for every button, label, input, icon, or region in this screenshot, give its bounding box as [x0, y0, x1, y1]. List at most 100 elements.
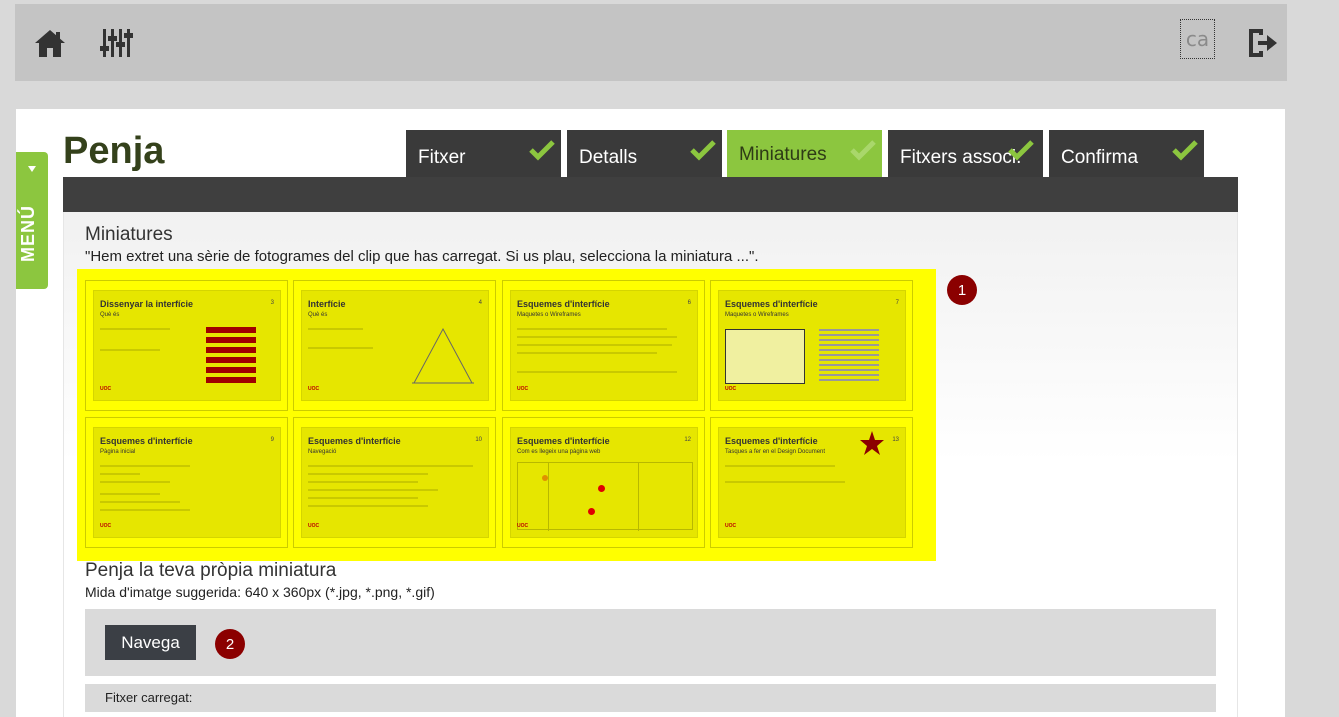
slide-text-line	[100, 465, 190, 467]
slide-preview: Esquemes d'interfície 6 Maquetes o Wiref…	[510, 290, 698, 401]
slide-text-line	[308, 481, 418, 483]
slide-subtitle: Navegació	[308, 449, 337, 455]
loaded-file-label: Fitxer carregat:	[105, 690, 193, 705]
slide-subtitle: Què és	[100, 312, 120, 318]
miniatures-title: Miniatures	[85, 224, 173, 245]
slide-text-line	[308, 497, 418, 499]
check-icon	[529, 140, 555, 161]
step-badge-1: 1	[947, 275, 977, 305]
slide-subtitle: Pàgina inicial	[100, 449, 136, 455]
star-icon	[860, 431, 884, 455]
slide-text-line	[517, 371, 677, 373]
slide-text-line	[100, 509, 190, 511]
slide-text-line	[517, 336, 677, 338]
slide-diagram	[412, 327, 474, 384]
slide-logo: UOC	[100, 386, 112, 392]
slide-subtitle: Com es llegeix una pàgina web	[517, 449, 601, 455]
menu-toggle[interactable]: MENÚ	[16, 152, 48, 289]
slide-subtitle: Maquetes o Wireframes	[725, 312, 789, 318]
slide-preview: Interfície 4 Què és UOC	[301, 290, 489, 401]
slide-text-line	[308, 347, 373, 349]
slide-logo: UOC	[100, 523, 112, 529]
thumbnail[interactable]: Interfície 4 Què és UOC	[293, 280, 496, 411]
slide-text-line	[100, 328, 170, 330]
tab-miniatures[interactable]: Miniatures	[727, 130, 882, 177]
check-icon	[1008, 140, 1034, 161]
thumbnail[interactable]: Esquemes d'interfície 7 Maquetes o Wiref…	[710, 280, 913, 411]
thumbnail[interactable]: Esquemes d'interfície 9 Pàgina inicial U…	[85, 417, 288, 548]
slide-logo: UOC	[308, 523, 320, 529]
slide-diagram	[206, 327, 256, 385]
slide-logo: UOC	[725, 523, 737, 529]
language-selector[interactable]: ca	[1180, 19, 1215, 59]
slide-text-line	[100, 473, 140, 475]
slide-preview: Esquemes d'interfície 9 Pàgina inicial U…	[93, 427, 281, 538]
logout-icon[interactable]	[1245, 26, 1279, 60]
thumbnail[interactable]: Esquemes d'interfície 6 Maquetes o Wiref…	[502, 280, 705, 411]
slide-text-line	[517, 328, 667, 330]
thumbnail[interactable]: Esquemes d'interfície 13 Tasques a fer e…	[710, 417, 913, 548]
check-icon	[1172, 140, 1198, 161]
sliders-icon[interactable]	[99, 26, 133, 60]
slide-wireframe	[819, 329, 879, 384]
slide-subtitle: Maquetes o Wireframes	[517, 312, 581, 318]
own-thumbnail-title: Penja la teva pròpia miniatura	[85, 560, 337, 581]
slide-text-line	[725, 481, 845, 483]
slide-logo: UOC	[517, 523, 529, 529]
slide-text-line	[100, 501, 180, 503]
tab-label: Confirma	[1061, 147, 1139, 168]
slide-number: 10	[475, 437, 482, 443]
tab-label: Fitxer	[418, 147, 466, 168]
slide-text-line	[725, 465, 835, 467]
slide-subtitle: Tasques a fer en el Design Document	[725, 449, 826, 455]
slide-text-line	[308, 505, 428, 507]
thumbnail[interactable]: Esquemes d'interfície 10 Navegació UOC	[293, 417, 496, 548]
home-icon[interactable]	[33, 26, 67, 60]
tab-fitxer[interactable]: Fitxer	[406, 130, 561, 177]
slide-text-line	[100, 493, 160, 495]
slide-number: 12	[684, 437, 691, 443]
own-thumbnail-hint: Mida d'imatge suggerida: 640 x 360px (*.…	[85, 584, 435, 600]
slide-number: 13	[892, 437, 899, 443]
slide-logo: UOC	[517, 386, 529, 392]
slide-title: Esquemes d'interfície	[100, 436, 193, 446]
slide-preview: Dissenyar la interfície 3 Què és UOC	[93, 290, 281, 401]
tab-strip	[63, 177, 1238, 212]
tab-detalls[interactable]: Detalls	[567, 130, 722, 177]
slide-preview: Esquemes d'interfície 13 Tasques a fer e…	[718, 427, 906, 538]
slide-text-line	[308, 328, 363, 330]
slide-title: Esquemes d'interfície	[308, 436, 401, 446]
caret-down-icon	[28, 166, 36, 172]
thumbnail[interactable]: Dissenyar la interfície 3 Què és UOC	[85, 280, 288, 411]
slide-wireframe	[725, 329, 805, 384]
slide-number: 3	[270, 300, 274, 306]
slide-preview: Esquemes d'interfície 10 Navegació UOC	[301, 427, 489, 538]
slide-title: Esquemes d'interfície	[517, 299, 610, 309]
slide-title: Esquemes d'interfície	[725, 436, 818, 446]
tab-label: Detalls	[579, 147, 638, 168]
slide-logo: UOC	[725, 386, 737, 392]
slide-title: Dissenyar la interfície	[100, 299, 194, 309]
slide-text-line	[308, 489, 438, 491]
thumbnail[interactable]: Esquemes d'interfície 12 Com es llegeix …	[502, 417, 705, 548]
top-bar: ca	[15, 4, 1287, 81]
check-icon	[850, 140, 876, 161]
slide-logo: UOC	[308, 386, 320, 392]
tab-confirma[interactable]: Confirma	[1049, 130, 1204, 177]
step-badge-2: 2	[215, 629, 245, 659]
slide-title: Esquemes d'interfície	[725, 299, 818, 309]
slide-number: 9	[270, 437, 274, 443]
slide-subtitle: Què és	[308, 312, 328, 318]
thumbnail-grid: Dissenyar la interfície 3 Què és UOC Int…	[77, 269, 936, 561]
tab-fitxers-associats[interactable]: Fitxers associ.	[888, 130, 1043, 177]
check-icon	[690, 140, 716, 161]
slide-diagram	[517, 462, 693, 531]
slide-number: 6	[687, 300, 691, 306]
miniatures-description: "Hem extret una sèrie de fotogrames del …	[85, 248, 759, 265]
slide-text-line	[308, 473, 428, 475]
tab-label: Miniatures	[739, 144, 827, 165]
slide-text-line	[517, 344, 672, 346]
slide-text-line	[100, 349, 160, 351]
browse-button[interactable]: Navega	[105, 625, 196, 660]
menu-label: MENÚ	[18, 205, 38, 262]
